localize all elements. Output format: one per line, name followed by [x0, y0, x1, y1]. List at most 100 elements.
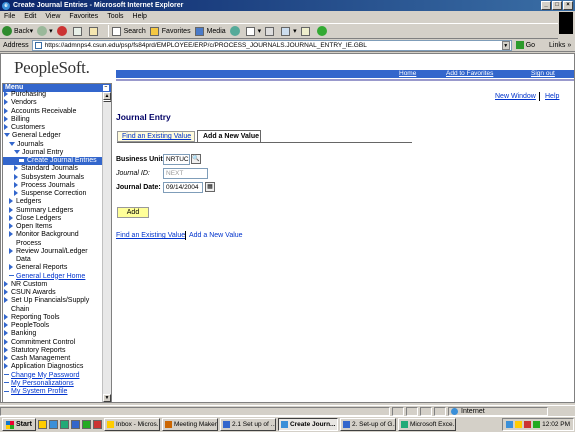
history-button[interactable]	[229, 26, 242, 36]
menu-collapse-icon[interactable]: −	[103, 85, 109, 91]
menu-item[interactable]: Reporting Tools	[3, 314, 102, 322]
menu-item[interactable]: Set Up Financials/Supply	[3, 297, 102, 305]
menu-item[interactable]: Open Items	[3, 223, 102, 231]
taskbar-button[interactable]: 2.1 Set up of ...	[219, 418, 276, 431]
taskbar-button[interactable]: Microsoft Exce...	[397, 418, 456, 431]
help-link[interactable]: Help	[545, 93, 559, 100]
menu-item[interactable]: Customers	[3, 124, 102, 132]
address-input[interactable]: https://admnps4.csun.edu/psp/fs84prd/EMP…	[31, 39, 512, 51]
scroll-down-icon[interactable]: ▼	[103, 394, 111, 402]
new-window-link[interactable]: New Window	[495, 93, 536, 100]
menu-item[interactable]: My System Profile	[3, 388, 102, 396]
menu-item[interactable]: Journals	[3, 141, 102, 149]
menu-item[interactable]: NR Custom	[3, 281, 102, 289]
menu-item[interactable]: Create Journal Entries	[3, 157, 102, 166]
refresh-button[interactable]	[72, 26, 85, 36]
menu-item[interactable]: Billing	[3, 116, 102, 124]
taskbar-button[interactable]: 2. Set-up of G...	[339, 418, 396, 431]
maximize-button[interactable]: □	[552, 1, 562, 10]
menu-file[interactable]: File	[4, 13, 15, 20]
start-button[interactable]: Start	[2, 418, 36, 431]
menu-item[interactable]: Vendors	[3, 99, 102, 107]
quicklaunch-icon[interactable]	[48, 420, 58, 429]
menu-item[interactable]: Application Diagnostics	[3, 363, 102, 371]
menu-item[interactable]: Subsystem Journals	[3, 174, 102, 182]
add-button[interactable]: Add	[117, 207, 149, 218]
menu-item[interactable]: My Personalizations	[3, 380, 102, 388]
journal-id-field[interactable]: NEXT	[163, 168, 208, 179]
tray-icon[interactable]	[533, 421, 541, 428]
calendar-icon[interactable]: ▦	[205, 182, 215, 192]
favorites-button[interactable]: Favorites	[149, 26, 191, 36]
menu-item[interactable]: Banking	[3, 330, 102, 338]
media-button[interactable]: Media	[194, 26, 226, 36]
menu-view[interactable]: View	[45, 13, 60, 20]
menu-item[interactable]: Change My Password	[3, 372, 102, 380]
quicklaunch-icon[interactable]	[81, 420, 91, 429]
menu-item[interactable]: General Reports	[3, 264, 102, 272]
business-unit-field[interactable]: NRTUC	[163, 154, 190, 165]
edit-button[interactable]: ▾	[281, 26, 297, 36]
tab-find-existing-value[interactable]: Find an Existing Value	[117, 131, 195, 142]
forward-button[interactable]: ▾	[37, 26, 53, 36]
menu-item[interactable]: Commitment Control	[3, 339, 102, 347]
links-button[interactable]: Links »	[549, 42, 571, 49]
home-button[interactable]	[88, 26, 101, 36]
go-button[interactable]: Go	[515, 41, 535, 49]
menu-favorites[interactable]: Favorites	[69, 13, 98, 20]
tray-icon[interactable]	[506, 421, 514, 428]
tray-icon[interactable]	[524, 421, 532, 428]
menu-item[interactable]: Purchasing	[3, 91, 102, 99]
tray-icon[interactable]	[515, 421, 523, 428]
menu-tools[interactable]: Tools	[107, 13, 123, 20]
minimize-button[interactable]: _	[541, 1, 551, 10]
quicklaunch-icon[interactable]	[70, 420, 80, 429]
taskbar-button[interactable]: Meeting Maker...	[161, 418, 218, 431]
journal-date-field[interactable]: 09/14/2004	[163, 182, 203, 193]
menu-item[interactable]: Summary Ledgers	[3, 207, 102, 215]
menu-item[interactable]: Process Journals	[3, 182, 102, 190]
add-new-value-link[interactable]: Add a New Value	[189, 232, 243, 239]
peoplesoft-logo: PeopleSoft.	[14, 58, 90, 77]
menu-item[interactable]: Review Journal/Ledger	[3, 248, 102, 256]
add-to-favorites-link[interactable]: Add to Favorites	[446, 70, 493, 78]
menu-item[interactable]: CSUN Awards	[3, 289, 102, 297]
menu-item[interactable]: Statutory Reports	[3, 347, 102, 355]
menu-item[interactable]: Cash Management	[3, 355, 102, 363]
quicklaunch-icon[interactable]	[37, 420, 47, 429]
quicklaunch-icon[interactable]	[59, 420, 69, 429]
address-dropdown-icon[interactable]: ▼	[501, 40, 510, 50]
sign-out-link[interactable]: Sign out	[531, 70, 555, 78]
messenger-button[interactable]	[316, 26, 329, 36]
menu-item[interactable]: Accounts Receivable	[3, 108, 102, 116]
lookup-search-icon[interactable]: 🔍	[191, 154, 201, 164]
menu-item[interactable]: PeopleTools	[3, 322, 102, 330]
menu-item[interactable]: Monitor Background	[3, 231, 102, 239]
menu-item[interactable]: General Ledger Home	[3, 273, 102, 281]
mail-button[interactable]: ▾	[245, 26, 261, 36]
close-button[interactable]: ×	[563, 1, 573, 10]
scroll-thumb[interactable]	[103, 100, 111, 102]
print-button[interactable]	[265, 26, 277, 36]
menu-scrollbar[interactable]: ▲ ▼	[102, 92, 111, 402]
menu-item[interactable]: Close Ledgers	[3, 215, 102, 223]
taskbar-button[interactable]: Create Journ...	[277, 418, 338, 431]
scroll-up-icon[interactable]: ▲	[103, 92, 111, 100]
tab-add-new-value[interactable]: Add a New Value	[197, 130, 261, 142]
menu-help[interactable]: Help	[133, 13, 147, 20]
menu-edit[interactable]: Edit	[24, 13, 36, 20]
taskbar-button[interactable]: Inbox - Micros...	[103, 418, 160, 431]
menu-item[interactable]: General Ledger	[3, 132, 102, 140]
menu-item[interactable]: Journal Entry	[3, 149, 102, 157]
menu-item[interactable]: Standard Journals	[3, 165, 102, 173]
browser-toolbar: Back ▾ ▾ Search Favorites Media ▾ ▾	[0, 23, 558, 39]
home-link[interactable]: Home	[399, 70, 416, 78]
stop-button[interactable]	[56, 26, 69, 36]
menu-item[interactable]: Suspense Correction	[3, 190, 102, 198]
quicklaunch-icon[interactable]	[92, 420, 102, 429]
find-existing-value-link[interactable]: Find an Existing Value	[116, 232, 185, 239]
back-button[interactable]: Back ▾	[2, 26, 33, 36]
discuss-button[interactable]	[300, 26, 313, 36]
search-button[interactable]: Search	[111, 26, 146, 36]
menu-item[interactable]: Ledgers	[3, 198, 102, 206]
